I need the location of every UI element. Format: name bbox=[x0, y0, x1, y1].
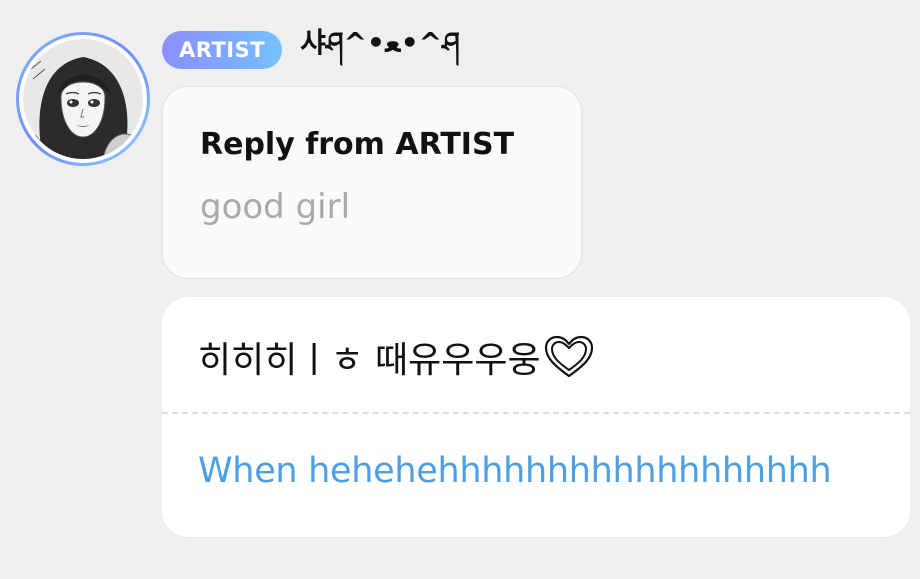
translation-divider bbox=[162, 412, 910, 414]
fan-message-card[interactable]: 히히히ㅣㅎ 때유우우웅 When hehehehhhhhhhhhhhhhhhhh… bbox=[162, 297, 910, 537]
reply-text: good girl bbox=[200, 187, 351, 227]
original-message: 히히히ㅣㅎ 때유우우웅 bbox=[198, 331, 595, 383]
avatar-frame bbox=[19, 35, 147, 163]
translated-message: When hehehehhhhhhhhhhhhhhhhhh bbox=[198, 451, 832, 491]
message-header: ARTIST 샤ཤ^•ﻌ•^ཤ bbox=[162, 26, 460, 70]
username[interactable]: 샤ཤ^•ﻌ•^ཤ bbox=[300, 11, 460, 90]
artist-reply-bubble[interactable]: Reply from ARTIST good girl bbox=[162, 86, 582, 279]
artist-badge: ARTIST bbox=[162, 31, 283, 69]
artist-avatar[interactable] bbox=[16, 32, 150, 166]
reply-title: Reply from ARTIST bbox=[200, 127, 515, 162]
avatar-illustration bbox=[23, 39, 143, 159]
heart-outline-icon bbox=[543, 334, 595, 380]
original-message-text: 히히히ㅣㅎ 때유우우웅 bbox=[198, 340, 541, 381]
